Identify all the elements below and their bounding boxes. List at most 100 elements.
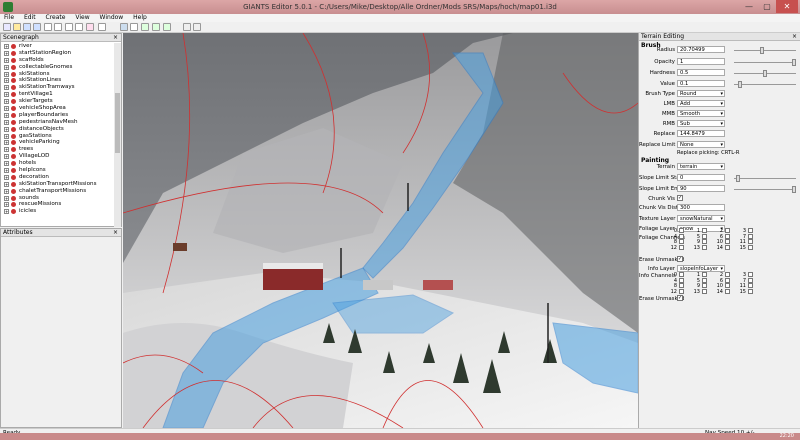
foliage-channel-checkbox[interactable] — [748, 239, 753, 244]
foliage-channel-checkbox[interactable] — [702, 228, 707, 233]
scenegraph-node[interactable]: + river — [2, 43, 114, 50]
expand-icon[interactable]: + — [4, 133, 9, 139]
info-channel-checkbox[interactable] — [679, 283, 684, 288]
expand-icon[interactable]: + — [4, 85, 9, 91]
value-slider[interactable] — [734, 81, 796, 88]
brush-type-select[interactable]: Round — [677, 90, 725, 97]
foliage-channel-checkbox[interactable] — [748, 233, 753, 239]
terrain-select[interactable]: terrain — [677, 163, 725, 170]
scenegraph-node[interactable]: + trees — [2, 146, 114, 153]
info-channel-checkbox[interactable] — [702, 283, 707, 288]
radius-slider-knob[interactable] — [760, 47, 764, 54]
save-icon[interactable] — [23, 23, 31, 31]
scenegraph-node[interactable]: + skiStationTramways — [2, 84, 114, 91]
scenegraph-scrollbar[interactable] — [114, 43, 121, 227]
scenegraph-close-icon[interactable]: × — [113, 34, 118, 42]
scenegraph-node[interactable]: + hotels — [2, 160, 114, 167]
menu-window[interactable]: Window — [96, 14, 128, 22]
expand-icon[interactable]: + — [4, 64, 9, 70]
terrain-sculpt-icon[interactable] — [141, 23, 149, 31]
expand-icon[interactable]: + — [4, 161, 9, 167]
foliage-channel-checkbox[interactable] — [679, 239, 684, 244]
menu-help[interactable]: Help — [129, 14, 151, 22]
expand-icon[interactable]: + — [4, 50, 9, 56]
foliage-channel-checkbox[interactable] — [679, 233, 684, 239]
terrain-paint-icon[interactable] — [152, 23, 160, 31]
foliage-channel-checkbox[interactable] — [679, 228, 684, 233]
terrain-editing-close-icon[interactable]: × — [792, 33, 797, 41]
scenegraph-node[interactable]: + decoration — [2, 174, 114, 181]
expand-icon[interactable]: + — [4, 71, 9, 77]
menu-file[interactable]: File — [0, 14, 18, 22]
hardness-slider-knob[interactable] — [763, 70, 767, 77]
minimize-button[interactable]: — — [740, 0, 758, 13]
scenegraph-node[interactable]: + vehicleShopArea — [2, 105, 114, 112]
erase-unmasked-checkbox[interactable]: ✓ — [677, 256, 683, 262]
erase-unmasked2-checkbox[interactable]: ✓ — [677, 295, 683, 301]
info-channel-checkbox[interactable] — [725, 272, 730, 277]
redo-icon[interactable] — [75, 23, 83, 31]
scenegraph-node[interactable]: + icicles — [2, 208, 114, 215]
foliage-channel-checkbox[interactable] — [702, 239, 707, 244]
expand-icon[interactable]: + — [4, 181, 9, 187]
rmb-select[interactable]: Sub — [677, 120, 725, 127]
maximize-button[interactable]: ▢ — [758, 0, 776, 13]
expand-icon[interactable]: + — [4, 78, 9, 84]
cut-icon[interactable] — [44, 23, 52, 31]
value-slider-knob[interactable] — [738, 81, 742, 88]
expand-icon[interactable]: + — [4, 174, 9, 180]
info-channel-checkbox[interactable] — [725, 277, 730, 283]
opacity-field[interactable]: 1 — [677, 58, 725, 65]
expand-icon[interactable]: + — [4, 188, 9, 194]
info-channel-checkbox[interactable] — [702, 277, 707, 283]
replace-field[interactable]: 144.8479 — [677, 130, 725, 137]
menu-view[interactable]: View — [71, 14, 93, 22]
chunk-vis-checkbox[interactable]: ✓ — [677, 195, 683, 201]
scenegraph-node[interactable]: + helpIcons — [2, 167, 114, 174]
expand-icon[interactable]: + — [4, 202, 9, 208]
foliage-channel-checkbox[interactable] — [702, 244, 707, 250]
foliage-channel-checkbox[interactable] — [702, 233, 707, 239]
lmb-select[interactable]: Add — [677, 100, 725, 107]
slope-end-slider-knob[interactable] — [792, 186, 796, 193]
slope-end-field[interactable]: 90 — [677, 185, 725, 192]
expand-icon[interactable]: + — [4, 112, 9, 118]
close-button[interactable]: ✕ — [776, 0, 798, 13]
scenegraph-node[interactable]: + sounds — [2, 195, 114, 202]
scenegraph-node[interactable]: + chaletTransportMissions — [2, 188, 114, 195]
scenegraph-node[interactable]: + skiStationLines — [2, 77, 114, 84]
info-channel-checkbox[interactable] — [702, 288, 707, 294]
expand-icon[interactable]: + — [4, 44, 9, 49]
expand-icon[interactable]: + — [4, 168, 9, 174]
foliage-channel-checkbox[interactable] — [679, 244, 684, 250]
scenegraph-node[interactable]: + skiStationTransportMissions — [2, 181, 114, 188]
scenegraph-node[interactable]: + skiStations — [2, 71, 114, 78]
terrain-scene[interactable] — [123, 33, 638, 428]
translate-tool-icon[interactable] — [130, 23, 138, 31]
scenegraph-node[interactable]: + distanceObjects — [2, 126, 114, 133]
foliage-channel-checkbox[interactable] — [725, 228, 730, 233]
save-all-icon[interactable] — [33, 23, 41, 31]
foliage-channel-checkbox[interactable] — [725, 244, 730, 250]
info-channel-checkbox[interactable] — [748, 288, 753, 294]
attributes-close-icon[interactable]: × — [113, 229, 118, 237]
expand-icon[interactable]: + — [4, 57, 9, 63]
delete-icon[interactable] — [86, 23, 94, 31]
select-tool-icon[interactable] — [120, 23, 128, 31]
info-channel-checkbox[interactable] — [679, 277, 684, 283]
camera-icon[interactable] — [183, 23, 191, 31]
info-channel-checkbox[interactable] — [702, 272, 707, 277]
value-field[interactable]: 0.1 — [677, 80, 725, 87]
expand-icon[interactable]: + — [4, 140, 9, 146]
open-folder-icon[interactable] — [13, 23, 21, 31]
expand-icon[interactable]: + — [4, 195, 9, 201]
info-channel-checkbox[interactable] — [725, 288, 730, 294]
expand-icon[interactable]: + — [4, 106, 9, 112]
slope-start-field[interactable]: 0 — [677, 174, 725, 181]
info-channel-checkbox[interactable] — [679, 272, 684, 277]
expand-icon[interactable]: + — [4, 209, 9, 215]
scenegraph-node[interactable]: + VillageLOD — [2, 153, 114, 160]
info-channel-checkbox[interactable] — [748, 277, 753, 283]
scenegraph-node[interactable]: + playerBoundaries — [2, 112, 114, 119]
slope-end-slider[interactable] — [734, 186, 796, 193]
